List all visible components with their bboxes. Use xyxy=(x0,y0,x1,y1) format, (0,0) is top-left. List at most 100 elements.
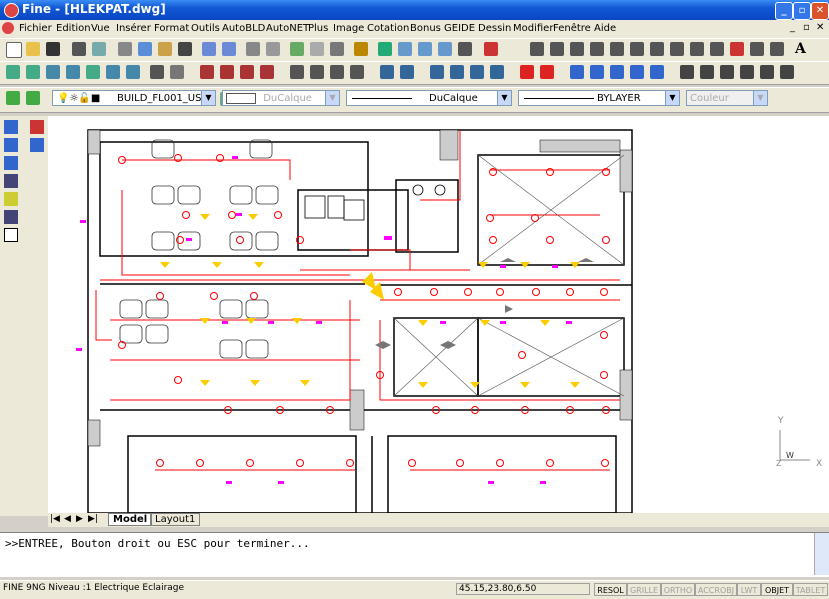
menu-dessin[interactable]: Dessin xyxy=(478,23,511,34)
zoom-realtime-icon[interactable] xyxy=(398,42,412,56)
lwt-button[interactable]: LWT xyxy=(737,583,761,596)
layer-previous-icon[interactable] xyxy=(26,91,40,105)
zoom-window-icon[interactable] xyxy=(418,42,432,56)
menu-vue[interactable]: Vue xyxy=(91,23,110,34)
make-block-icon[interactable] xyxy=(690,42,704,56)
drawing-canvas[interactable]: Y X W Z xyxy=(48,116,829,513)
menu-fenetre[interactable]: Fenêtre xyxy=(553,23,591,34)
minimize-button[interactable]: _ xyxy=(775,2,793,20)
text-icon[interactable]: A xyxy=(795,42,809,56)
tool-25-icon[interactable] xyxy=(590,65,604,79)
tool-26-icon[interactable] xyxy=(610,65,624,79)
grille-button[interactable]: GRILLE xyxy=(627,583,661,596)
maximize-button[interactable]: ▫ xyxy=(793,2,811,20)
tool-32-icon[interactable] xyxy=(740,65,754,79)
spline-tool-icon[interactable] xyxy=(4,138,18,152)
tool-28-icon[interactable] xyxy=(650,65,664,79)
objet-button[interactable]: OBJET xyxy=(761,583,793,596)
menu-bonus[interactable]: Bonus xyxy=(410,23,441,34)
draw-spline-icon[interactable] xyxy=(630,42,644,56)
distance-icon[interactable] xyxy=(290,42,304,56)
chevron-down-icon[interactable]: ▼ xyxy=(201,91,215,105)
menu-cotation[interactable]: Cotation xyxy=(367,23,409,34)
menu-plus[interactable]: Plus xyxy=(308,23,328,34)
tool-2-icon[interactable] xyxy=(26,65,40,79)
tool-33-icon[interactable] xyxy=(760,65,774,79)
menu-fichier[interactable]: Fichier xyxy=(19,23,52,34)
ucs-icon[interactable] xyxy=(266,42,280,56)
preview-icon[interactable] xyxy=(92,42,106,56)
chevron-down-icon[interactable]: ▼ xyxy=(497,91,511,105)
paste-icon[interactable] xyxy=(158,42,172,56)
menu-format[interactable]: Format xyxy=(154,23,189,34)
tool-14-icon[interactable] xyxy=(290,65,304,79)
tool-31-icon[interactable] xyxy=(720,65,734,79)
design-center-icon[interactable] xyxy=(330,42,344,56)
help-icon[interactable] xyxy=(484,42,498,56)
tool-27-icon[interactable] xyxy=(630,65,644,79)
tool-12-icon[interactable] xyxy=(240,65,254,79)
document-icon[interactable] xyxy=(2,22,14,34)
tool-6-icon[interactable] xyxy=(106,65,120,79)
mdi-close-button[interactable]: ✕ xyxy=(816,22,824,33)
arrow-down-icon[interactable] xyxy=(540,65,554,79)
undo-icon[interactable] xyxy=(202,42,216,56)
command-scrollbar[interactable] xyxy=(814,533,829,575)
tool-29-icon[interactable] xyxy=(680,65,694,79)
tool-20-icon[interactable] xyxy=(430,65,444,79)
table-icon[interactable] xyxy=(770,42,784,56)
copy-icon[interactable] xyxy=(138,42,152,56)
layer-manager-icon[interactable] xyxy=(6,91,20,105)
layer-combo[interactable]: 💡☼🔓■ BUILD_FL001_USER ▼ xyxy=(52,90,216,106)
tab-nav-next-icon[interactable]: ▶ xyxy=(76,514,83,524)
tool-9-icon[interactable] xyxy=(170,65,184,79)
mdi-minimize-button[interactable]: _ xyxy=(790,22,795,33)
explode-tool-icon[interactable] xyxy=(4,210,18,224)
tool-21-icon[interactable] xyxy=(450,65,464,79)
tab-nav-prev-icon[interactable]: ◀ xyxy=(64,514,71,524)
menu-image[interactable]: Image xyxy=(333,23,364,34)
redo-icon[interactable] xyxy=(222,42,236,56)
tool-19-icon[interactable] xyxy=(400,65,414,79)
close-button[interactable]: ✕ xyxy=(811,2,829,20)
hatch-icon[interactable] xyxy=(730,42,744,56)
tool-1-icon[interactable] xyxy=(6,65,20,79)
insert-block-icon[interactable] xyxy=(670,42,684,56)
draw-ellipse-icon[interactable] xyxy=(650,42,664,56)
menu-edition[interactable]: Edition xyxy=(56,23,91,34)
lineweight-combo[interactable]: BYLAYER ▼ xyxy=(518,90,680,106)
resol-button[interactable]: RESOL xyxy=(594,583,627,596)
ortho-button[interactable]: ORTHO xyxy=(661,583,695,596)
menu-aide[interactable]: Aide xyxy=(594,23,616,34)
tool-5-icon[interactable] xyxy=(86,65,100,79)
tool-11-icon[interactable] xyxy=(220,65,234,79)
tab-layout1[interactable]: Layout1 xyxy=(150,513,201,526)
trim-tool-icon[interactable] xyxy=(4,174,18,188)
tool-7-icon[interactable] xyxy=(126,65,140,79)
tool-34-icon[interactable] xyxy=(780,65,794,79)
tab-model[interactable]: Model xyxy=(108,513,153,526)
print-icon[interactable] xyxy=(72,42,86,56)
tab-nav-first-icon[interactable]: |◀ xyxy=(50,514,60,524)
menu-outils[interactable]: Outils xyxy=(191,23,220,34)
zoom-extents-icon[interactable] xyxy=(458,42,472,56)
command-line[interactable]: >>ENTREE, Bouton droit ou ESC pour termi… xyxy=(0,532,829,577)
attribute-tool-icon[interactable] xyxy=(30,138,44,152)
tool-4-icon[interactable] xyxy=(66,65,80,79)
new-icon[interactable] xyxy=(6,42,22,58)
chevron-down-icon[interactable]: ▼ xyxy=(325,91,339,105)
menu-autobld[interactable]: AutoBLD xyxy=(222,23,265,34)
text-tool-icon[interactable] xyxy=(4,228,18,242)
linetype-combo[interactable]: DuCalque ▼ xyxy=(346,90,512,106)
tool-8-icon[interactable] xyxy=(150,65,164,79)
open-icon[interactable] xyxy=(26,42,40,56)
tool-24-icon[interactable] xyxy=(570,65,584,79)
properties-icon[interactable] xyxy=(310,42,324,56)
color-combo[interactable]: DuCalque ▼ xyxy=(222,90,340,106)
tool-17-icon[interactable] xyxy=(350,65,364,79)
menu-modifier[interactable]: Modifier xyxy=(513,23,553,34)
tool-15-icon[interactable] xyxy=(310,65,324,79)
tool-10-icon[interactable] xyxy=(200,65,214,79)
line-tool-icon[interactable] xyxy=(4,120,18,134)
chevron-down-icon[interactable]: ▼ xyxy=(753,91,767,105)
